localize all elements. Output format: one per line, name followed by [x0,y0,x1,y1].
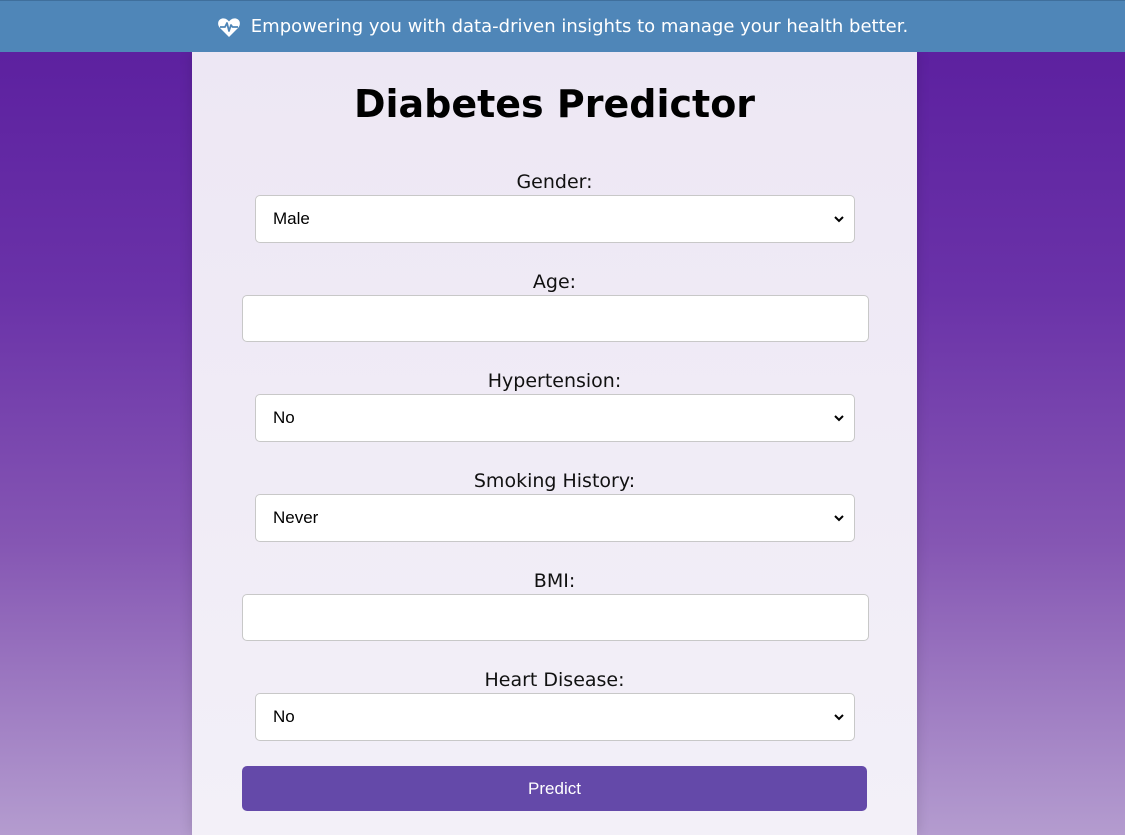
heart-disease-label: Heart Disease: [484,669,625,691]
predictor-form: Diabetes Predictor Gender: Male Age: Hyp… [192,52,917,835]
info-banner: Empowering you with data-driven insights… [0,0,1125,52]
gender-select-value: Male [273,209,310,228]
gender-select[interactable]: Male [255,195,855,243]
age-input[interactable] [242,295,869,342]
chevron-down-icon [834,415,844,422]
bmi-label: BMI: [533,570,576,592]
heart-disease-select-value: No [273,707,295,726]
chevron-down-icon [834,515,844,522]
heart-pulse-icon [217,17,240,37]
smoking-history-label: Smoking History: [473,470,636,492]
bmi-input[interactable] [242,594,869,641]
page-title: Diabetes Predictor [353,82,756,126]
smoking-history-select-value: Never [273,508,319,527]
age-label: Age: [532,271,577,293]
heart-disease-select[interactable]: No [255,693,855,741]
gender-label: Gender: [516,171,593,193]
chevron-down-icon [834,216,844,223]
smoking-history-select[interactable]: Never [255,494,855,542]
hypertension-select[interactable]: No [255,394,855,442]
predict-button[interactable]: Predict [242,766,867,811]
chevron-down-icon [834,714,844,721]
hypertension-label: Hypertension: [487,370,622,392]
banner-text: Empowering you with data-driven insights… [250,16,909,37]
hypertension-select-value: No [273,408,295,427]
